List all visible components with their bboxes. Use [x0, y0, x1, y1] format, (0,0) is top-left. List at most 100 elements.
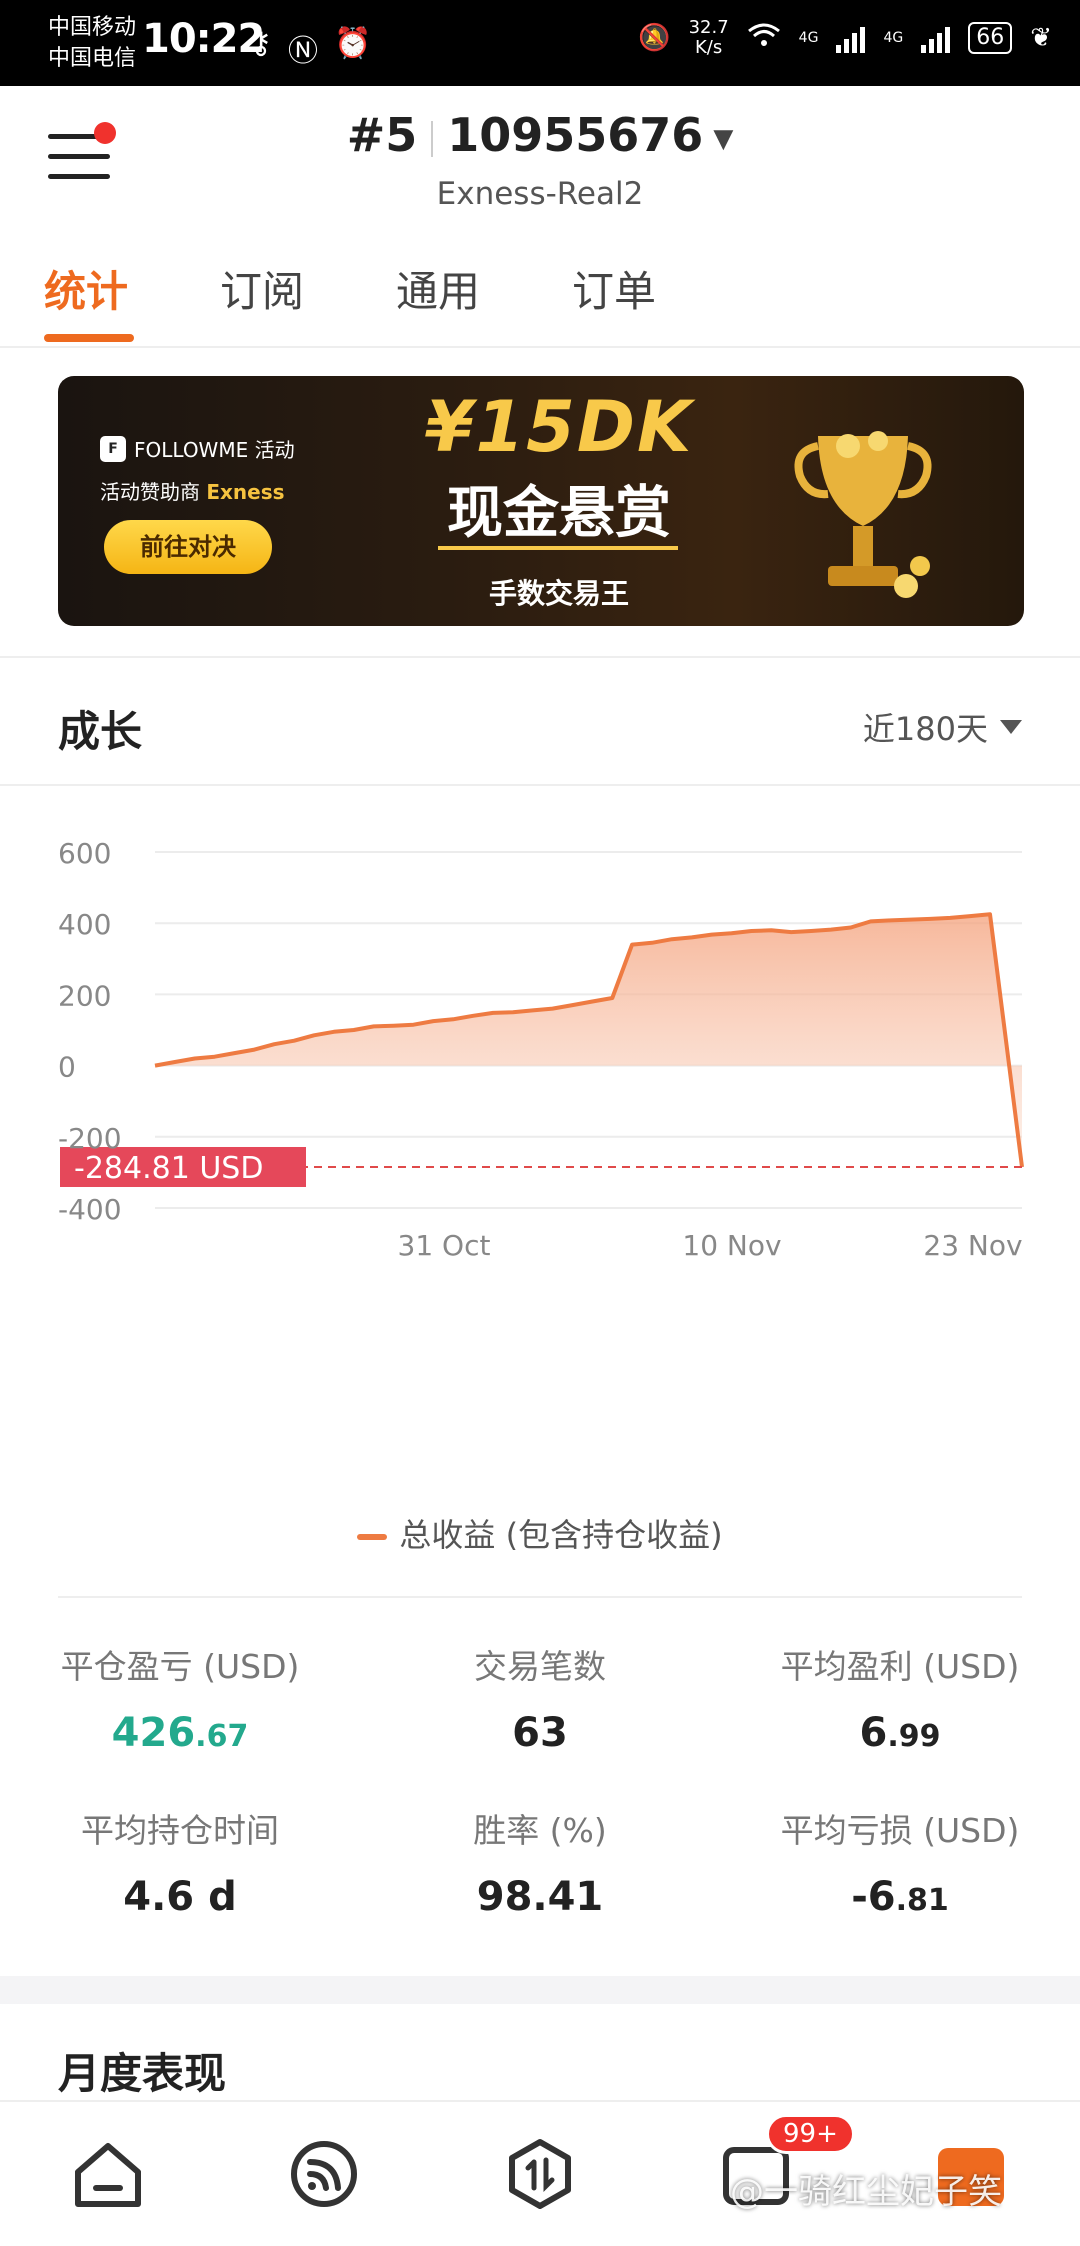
section-divider: [0, 656, 1080, 658]
account-selector[interactable]: #5 10955676 ▼: [0, 108, 1080, 162]
banner-ribbon: [438, 546, 678, 550]
mute-bell-icon: 🔕: [638, 23, 671, 53]
status-icons-right: 🔕 32.7 K/s 4G 4G 66 ❦: [638, 18, 1052, 58]
title-separator: [431, 120, 434, 157]
network-type-1: 4G: [798, 30, 819, 46]
stat-label: 交易笔数: [474, 1647, 606, 1686]
notification-badge: 99+: [766, 2114, 855, 2154]
legend-series-name: 总收益 (包含持仓收益): [399, 1516, 723, 1554]
stat-value: 4.6 d: [0, 1874, 360, 1920]
tab-orders[interactable]: 订单: [572, 258, 656, 319]
monthly-performance-title: 月度表现: [58, 2049, 227, 2098]
dropdown-caret-icon: ▼: [713, 123, 734, 154]
y-tick-label: 0: [58, 1051, 76, 1084]
wifi-icon: [747, 21, 781, 56]
network-type-2: 4G: [883, 30, 904, 46]
stat-value-dec: .67: [195, 1719, 249, 1754]
stat-value-dec: .81: [895, 1883, 949, 1918]
feed-icon[interactable]: [284, 2134, 364, 2214]
carrier-names: 中国移动 中国电信: [48, 12, 136, 74]
status-bar: 中国移动 中国电信 10:22 ⚷ Ⓝ ⏰ 🔕 32.7 K/s 4G 4G 6…: [0, 0, 1080, 86]
stat-value-int: 63: [512, 1710, 568, 1756]
y-tick-label: 200: [58, 979, 111, 1012]
stat-value-dec: .99: [887, 1719, 941, 1754]
banner-headline: 现金悬赏: [447, 481, 671, 546]
speed-value: 32.7: [688, 17, 729, 38]
sponsor-name: Exness: [206, 480, 285, 504]
carrier-2: 中国电信: [48, 46, 137, 71]
stat-avg-profit: 平均盈利 (USD) 6.99: [720, 1640, 1080, 1756]
stat-value-int: 98.41: [476, 1874, 604, 1920]
network-speed: 32.7 K/s: [689, 18, 729, 58]
alarm-icon: ⏰: [333, 26, 372, 61]
tab-statistics[interactable]: 统计: [44, 258, 128, 319]
stat-avg-loss: 平均亏损 (USD) -6.81: [720, 1804, 1080, 1920]
stat-value: 98.41: [360, 1874, 720, 1920]
speed-unit: K/s: [695, 37, 723, 58]
x-tick-label: 23 Nov: [923, 1229, 1022, 1262]
account-rank: #5: [346, 108, 418, 162]
home-icon[interactable]: [68, 2134, 148, 2214]
growth-title: 成长: [58, 707, 143, 756]
tab-bar: 统计 订阅 通用 订单: [0, 236, 1080, 348]
leaf-icon: ❦: [1030, 23, 1052, 53]
stat-value-int: 426: [111, 1710, 196, 1756]
tab-general[interactable]: 通用: [396, 258, 480, 319]
stat-value: 63: [360, 1710, 720, 1756]
promo-banner[interactable]: F FOLLOWME 活动 活动赞助商 Exness 前往对决 ¥15DK 现金…: [58, 376, 1024, 626]
trophy-icon: [794, 431, 932, 598]
signal-icon-1: [836, 23, 866, 53]
watermark: @一骑红尘妃子笑: [730, 2172, 1002, 2212]
banner-brand-text: FOLLOWME 活动: [134, 438, 295, 462]
stat-value-int: -6: [851, 1874, 896, 1920]
y-tick-label: -200: [58, 1122, 122, 1155]
banner-subline: 手数交易王: [488, 577, 629, 610]
range-selector[interactable]: 近180天: [863, 704, 1022, 750]
x-tick-label: 10 Nov: [682, 1229, 781, 1262]
active-tab-indicator: [44, 334, 134, 342]
growth-chart[interactable]: -284.81 USD 600 400 200 0 -200 -400 31 Oct 10 …: [0, 800, 1080, 1500]
y-tick-label: -400: [58, 1193, 122, 1226]
status-icons-left: ⚷ Ⓝ ⏰: [250, 26, 371, 70]
broker-server: Exness-Real2: [436, 176, 644, 212]
signal-icon-2: [921, 23, 951, 53]
stat-trade-count: 交易笔数 63: [360, 1640, 720, 1756]
stat-value: 426.67: [0, 1710, 360, 1756]
stat-value: -6.81: [720, 1874, 1080, 1920]
tab-subscribe[interactable]: 订阅: [220, 258, 304, 319]
nfc-icon: Ⓝ: [287, 34, 318, 69]
key-icon: ⚷: [250, 26, 272, 61]
bottom-nav: 99+ @一骑红尘妃子笑: [0, 2100, 1080, 2246]
dropdown-caret-icon: [1000, 720, 1022, 734]
stat-label: 平均持仓时间: [81, 1811, 279, 1850]
sponsor-prefix: 活动赞助商: [100, 480, 200, 504]
stat-label: 平均盈利 (USD): [780, 1647, 1020, 1686]
account-number: 10955676: [447, 108, 704, 162]
stat-win-rate: 胜率 (%) 98.41: [360, 1804, 720, 1920]
stat-label: 胜率 (%): [473, 1811, 607, 1850]
banner-brand: F FOLLOWME 活动: [100, 434, 295, 463]
clock: 10:22: [142, 16, 265, 62]
section-gap: [0, 1976, 1080, 2004]
carrier-1: 中国移动: [48, 15, 137, 40]
legend-swatch: [357, 1534, 388, 1540]
banner-cta-button[interactable]: 前往对决: [104, 520, 272, 574]
stat-closed-pnl: 平仓盈亏 (USD) 426.67: [0, 1640, 360, 1756]
current-value-label: -284.81 USD: [74, 1151, 263, 1186]
account-header: #5 10955676 ▼ Exness-Real2: [0, 86, 1080, 236]
battery-icon: 66: [968, 22, 1013, 54]
stat-label: 平仓盈亏 (USD): [60, 1647, 300, 1686]
range-label: 近180天: [862, 710, 988, 748]
stat-label: 平均亏损 (USD): [780, 1811, 1020, 1850]
stat-value-int: 4.6 d: [123, 1874, 237, 1920]
stat-value-int: 6: [859, 1710, 888, 1756]
banner-sponsor: 活动赞助商 Exness: [100, 476, 285, 505]
trade-icon[interactable]: [500, 2134, 580, 2214]
y-tick-label: 600: [58, 837, 111, 870]
banner-amount: ¥15DK: [424, 386, 694, 468]
x-tick-label: 31 Oct: [398, 1229, 491, 1262]
stat-value: 6.99: [720, 1710, 1080, 1756]
chart-legend: 总收益 (包含持仓收益): [0, 1510, 1080, 1556]
section-divider: [0, 784, 1080, 786]
y-tick-label: 400: [58, 908, 111, 941]
